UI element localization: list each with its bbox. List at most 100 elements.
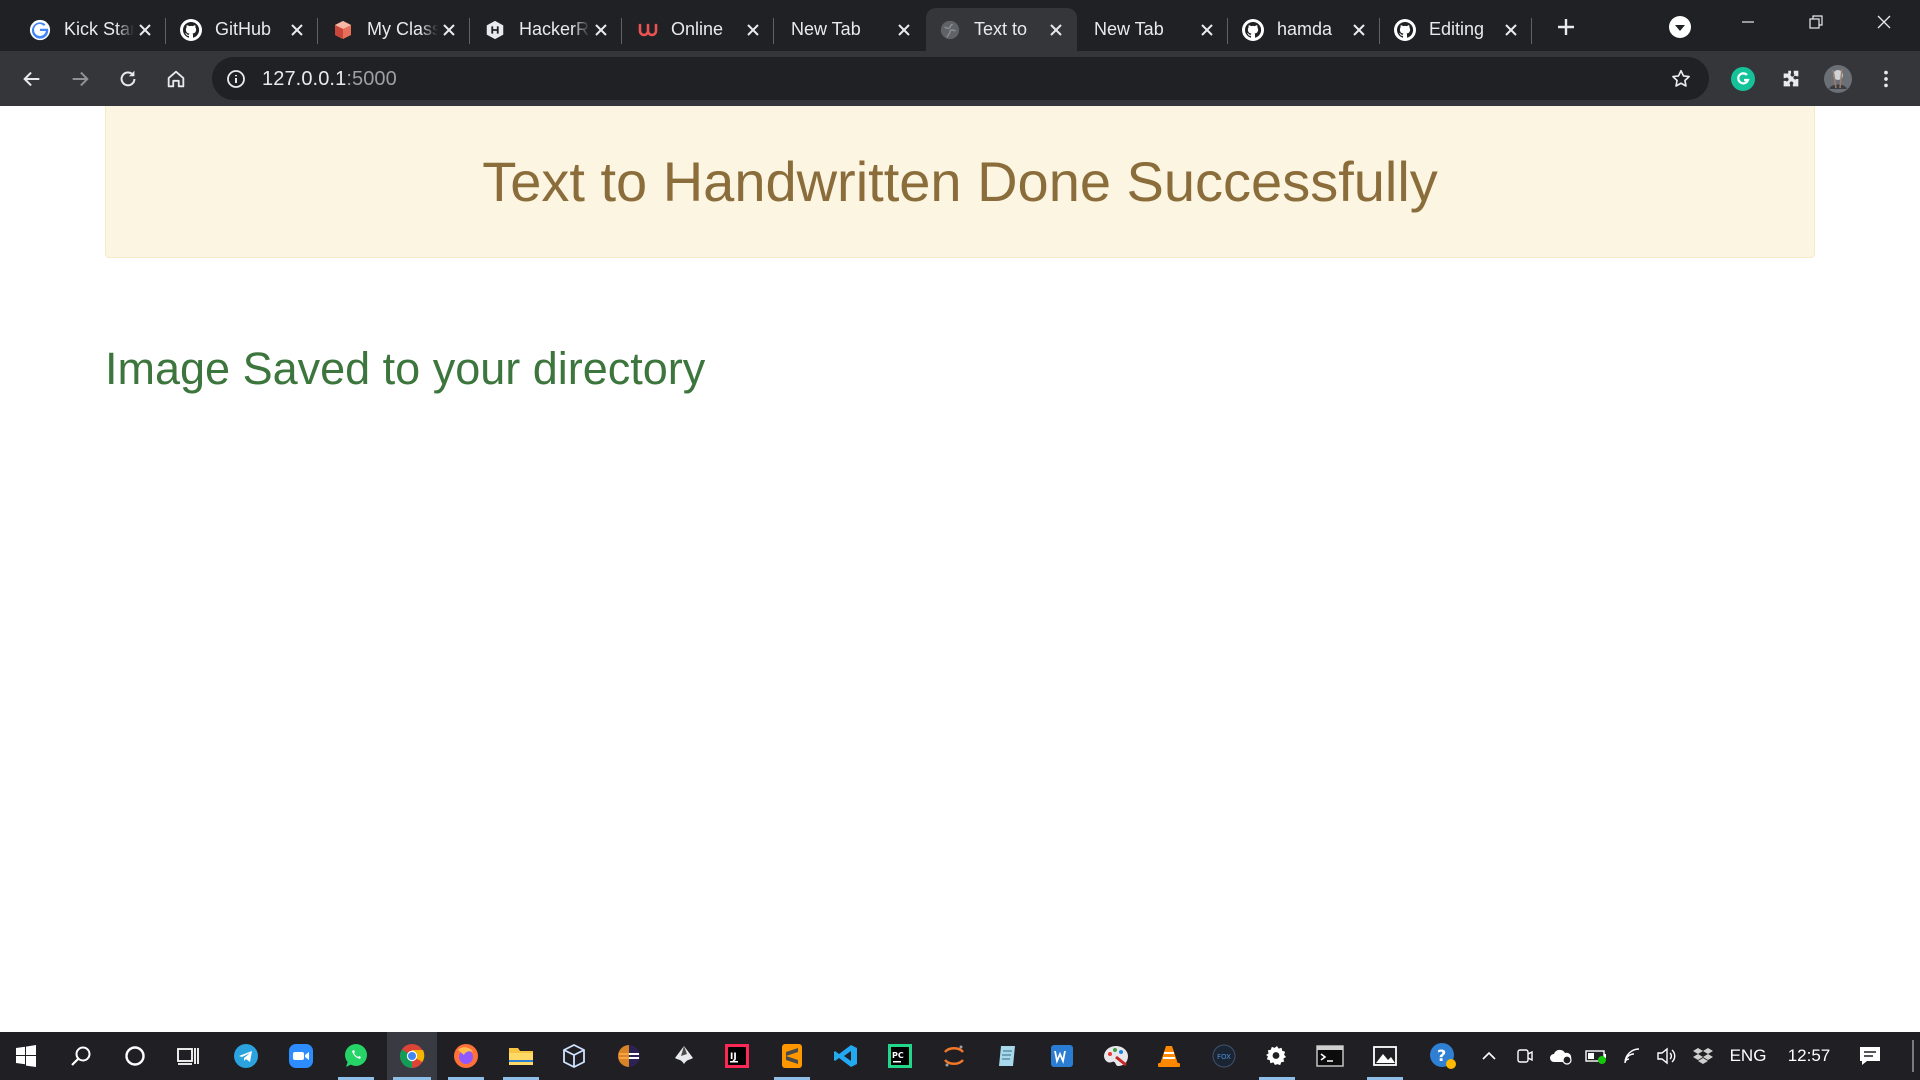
close-icon[interactable] bbox=[1348, 19, 1370, 41]
windows-logo-icon bbox=[16, 1045, 36, 1067]
terminal-icon bbox=[1316, 1045, 1344, 1067]
folder-icon bbox=[509, 1048, 533, 1065]
show-desktop-button[interactable] bbox=[1912, 1040, 1914, 1072]
network-button[interactable] bbox=[1618, 1032, 1648, 1080]
close-icon[interactable] bbox=[286, 19, 308, 41]
tab-text-to-handwritten[interactable]: Text to bbox=[926, 8, 1077, 51]
help-app[interactable]: ? bbox=[1419, 1032, 1467, 1080]
tab-my-classes[interactable]: My Classes bbox=[319, 8, 470, 51]
tab-search-button[interactable] bbox=[1665, 12, 1695, 42]
tab-new-tab[interactable]: New Tab bbox=[775, 8, 925, 51]
vlc-app[interactable] bbox=[1145, 1032, 1193, 1080]
chrome-icon bbox=[400, 1044, 425, 1068]
intellij-app[interactable]: IJ bbox=[713, 1032, 761, 1080]
battery-icon bbox=[1585, 1050, 1606, 1064]
forward-button[interactable] bbox=[62, 61, 98, 97]
minimize-icon bbox=[1742, 21, 1754, 23]
tab-editing[interactable]: Editing bbox=[1381, 8, 1532, 51]
close-icon[interactable] bbox=[1045, 19, 1067, 41]
firefox-app[interactable] bbox=[442, 1032, 490, 1080]
restore-button[interactable] bbox=[1782, 0, 1850, 44]
github-icon bbox=[1241, 18, 1265, 42]
home-icon bbox=[167, 70, 185, 88]
task-view-button[interactable] bbox=[164, 1032, 212, 1080]
chrome-app[interactable] bbox=[387, 1032, 437, 1080]
show-hidden-icons-button[interactable] bbox=[1474, 1032, 1504, 1080]
minimize-button[interactable] bbox=[1714, 0, 1782, 44]
close-icon[interactable] bbox=[1196, 19, 1218, 41]
bookmark-star-icon[interactable] bbox=[1669, 67, 1693, 91]
profile-avatar[interactable] bbox=[1820, 61, 1856, 97]
onedrive-button[interactable] bbox=[1544, 1032, 1578, 1080]
inkscape-app[interactable] bbox=[660, 1032, 708, 1080]
grammarly-extension-button[interactable] bbox=[1725, 61, 1761, 97]
tab-hackerrank[interactable]: HackerRank bbox=[471, 8, 622, 51]
url-port: :5000 bbox=[346, 68, 397, 90]
paint-app[interactable] bbox=[1092, 1032, 1140, 1080]
fox-icon: FOX bbox=[1212, 1044, 1236, 1068]
grammarly-icon bbox=[1731, 67, 1755, 91]
search-button[interactable] bbox=[57, 1032, 105, 1080]
tab-new-tab[interactable]: New Tab bbox=[1078, 8, 1228, 51]
battery-button[interactable] bbox=[1580, 1032, 1614, 1080]
github-icon bbox=[1393, 18, 1417, 42]
input-language-button[interactable]: ENG bbox=[1724, 1032, 1772, 1080]
fox-app[interactable]: FOX bbox=[1200, 1032, 1248, 1080]
tab-title: HackerRank bbox=[519, 19, 590, 39]
reload-icon bbox=[120, 70, 136, 87]
address-bar[interactable]: 127.0.0.1:5000 bbox=[212, 57, 1709, 100]
palette-icon bbox=[1104, 1046, 1128, 1067]
cortana-button[interactable] bbox=[111, 1032, 159, 1080]
close-icon[interactable] bbox=[742, 19, 764, 41]
zoom-icon bbox=[289, 1044, 313, 1068]
word-icon bbox=[1051, 1045, 1073, 1067]
intellij-icon: IJ bbox=[725, 1044, 749, 1068]
file-explorer-app[interactable] bbox=[497, 1032, 545, 1080]
info-icon[interactable] bbox=[224, 67, 248, 91]
close-icon[interactable] bbox=[1500, 19, 1522, 41]
tab-github[interactable]: GitHub bbox=[167, 8, 318, 51]
tab-hamda[interactable]: hamda bbox=[1229, 8, 1380, 51]
photos-app[interactable] bbox=[1361, 1032, 1409, 1080]
meet-now-button[interactable] bbox=[1510, 1032, 1540, 1080]
notes-app[interactable] bbox=[984, 1032, 1032, 1080]
clock-button[interactable]: 12:57 bbox=[1778, 1032, 1840, 1080]
close-icon[interactable] bbox=[590, 19, 612, 41]
home-button[interactable] bbox=[158, 61, 194, 97]
terminal-app[interactable] bbox=[1306, 1032, 1354, 1080]
extensions-button[interactable] bbox=[1773, 61, 1809, 97]
jupyter-app[interactable] bbox=[930, 1032, 978, 1080]
tab-separator bbox=[469, 18, 470, 44]
zoom-app[interactable] bbox=[277, 1032, 325, 1080]
pycharm-app[interactable]: PC bbox=[876, 1032, 924, 1080]
tab-kick-start[interactable]: Kick Start bbox=[16, 8, 166, 51]
close-icon[interactable] bbox=[438, 19, 460, 41]
start-button[interactable] bbox=[2, 1032, 50, 1080]
back-button[interactable] bbox=[14, 61, 50, 97]
telegram-app[interactable] bbox=[222, 1032, 270, 1080]
virtualbox-app[interactable] bbox=[550, 1032, 598, 1080]
close-window-button[interactable] bbox=[1850, 0, 1918, 44]
volume-button[interactable] bbox=[1651, 1032, 1683, 1080]
dropbox-button[interactable] bbox=[1687, 1032, 1719, 1080]
word-app[interactable] bbox=[1038, 1032, 1086, 1080]
reload-button[interactable] bbox=[110, 61, 146, 97]
whatsapp-app[interactable] bbox=[332, 1032, 380, 1080]
tab-separator bbox=[165, 18, 166, 44]
search-icon bbox=[71, 1046, 91, 1066]
kebab-menu-icon bbox=[1884, 70, 1888, 88]
settings-app[interactable] bbox=[1253, 1032, 1301, 1080]
new-tab-button[interactable] bbox=[1551, 12, 1581, 42]
eclipse-app[interactable] bbox=[605, 1032, 653, 1080]
close-icon bbox=[1877, 15, 1891, 29]
close-icon[interactable] bbox=[893, 19, 915, 41]
sublime-text-app[interactable] bbox=[768, 1032, 816, 1080]
avatar-icon bbox=[1824, 65, 1852, 93]
vscode-app[interactable] bbox=[822, 1032, 870, 1080]
tab-title: Text to bbox=[974, 19, 1028, 39]
close-icon[interactable] bbox=[134, 19, 156, 41]
tab-online[interactable]: Online bbox=[623, 8, 774, 51]
gear-icon bbox=[1266, 1046, 1286, 1066]
menu-button[interactable] bbox=[1868, 61, 1904, 97]
action-center-button[interactable] bbox=[1852, 1032, 1888, 1080]
